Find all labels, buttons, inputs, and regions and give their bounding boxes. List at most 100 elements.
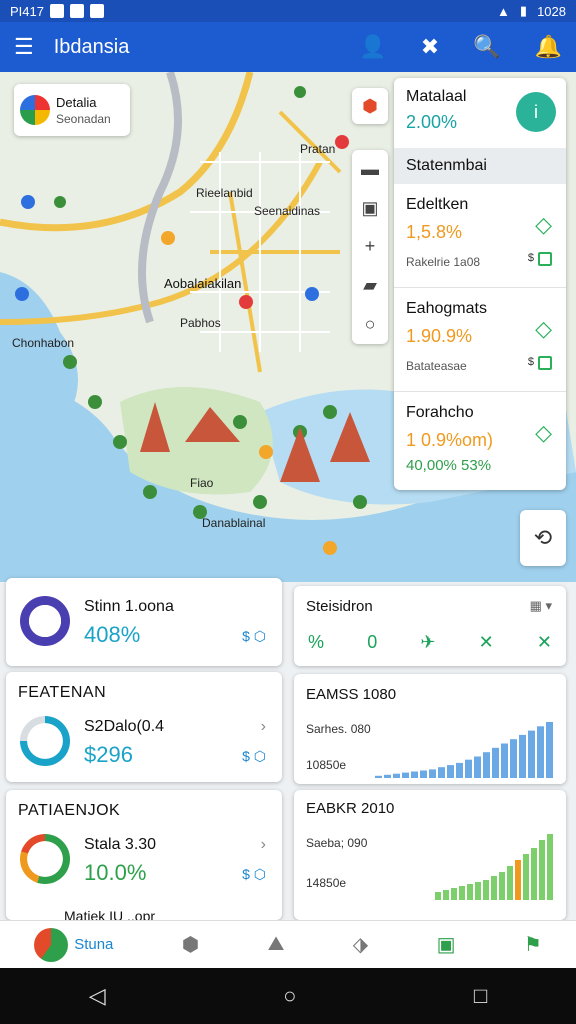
- rotate-map-button[interactable]: ⟲: [520, 510, 566, 566]
- map-toolbar: ▬ ▣ + ▰ ○: [352, 150, 388, 344]
- chart-bar: [475, 882, 481, 900]
- chevron-right-icon[interactable]: ›: [261, 836, 266, 854]
- chart-bar: [384, 774, 391, 778]
- tag-icon[interactable]: $ ⬡: [242, 866, 266, 883]
- flag-nav-icon[interactable]: ⚑: [524, 932, 542, 957]
- map-pin-button[interactable]: ⬢: [352, 88, 388, 124]
- stat-icon[interactable]: ✈: [420, 632, 435, 653]
- kpi-card[interactable]: Stinn 1.oona 408% $ ⬡: [6, 578, 282, 666]
- chart-subtitle: 14850e: [306, 876, 347, 890]
- bar-chart: [435, 834, 553, 900]
- chart-bar: [393, 773, 400, 778]
- system-navigation-bar: ◁ ○ □: [0, 968, 576, 1024]
- kpi-header: FEATENAN: [18, 684, 107, 701]
- chart-bar: [492, 747, 499, 778]
- kpi-card[interactable]: FEATENAN S2Dalo(0.4 $296 › $ ⬡: [6, 672, 282, 782]
- chart-bar: [435, 892, 441, 900]
- status-time: PI417: [10, 3, 44, 19]
- map-nav-icon[interactable]: ⛰: [268, 933, 285, 956]
- bar-chart-card[interactable]: EABKR 2010 Saeba; 090 14850e: [294, 790, 566, 920]
- panel-list-item[interactable]: Forahcho 1 0.9%om) 40,00% 53% ◇: [394, 392, 566, 490]
- chart-bar: [459, 886, 465, 900]
- item-name: Eahogmats: [406, 300, 487, 317]
- place-logo-icon: [20, 95, 50, 125]
- stat-title: Steisidron: [306, 598, 373, 615]
- wifi-icon: ▲: [497, 3, 510, 19]
- stats-side-panel: Matalaal 2.00% i Statenmbai Edeltken 1,5…: [394, 78, 566, 490]
- bar-chart-card[interactable]: EAMSS 1080 Sarhes. 080 10850e: [294, 674, 566, 784]
- check-box-icon: [538, 356, 552, 370]
- dollar-icon: $: [527, 252, 534, 264]
- chart-bar: [451, 888, 457, 900]
- stat-icon[interactable]: %: [308, 632, 324, 653]
- stat-icon[interactable]: ✕: [537, 632, 552, 653]
- chart-bar: [531, 848, 537, 900]
- stat-card[interactable]: Steisidron ▦ ▾ % 0 ✈ ✕ ✕: [294, 586, 566, 666]
- zoom-in-icon[interactable]: +: [365, 236, 376, 257]
- app-bar: ☰ Ibdansia 👤 ✖ 🔍 🔔: [0, 22, 576, 72]
- item-percent: 1 0.9%om): [406, 430, 494, 450]
- tag-icon[interactable]: $ ⬡: [242, 748, 266, 765]
- panel-list-item[interactable]: Edeltken 1,5.8% Rakelrie 1a08 ◇ $: [394, 184, 566, 288]
- shield-icon[interactable]: ⬢: [182, 932, 199, 957]
- map-label: Fiao: [190, 476, 214, 490]
- kpi-logo-icon: [20, 596, 70, 646]
- panel-section-header: Statenmbai: [394, 148, 566, 184]
- search-icon[interactable]: 🔍: [473, 34, 500, 60]
- layers-nav-icon[interactable]: ⬗: [353, 932, 368, 957]
- panel-list-item[interactable]: Eahogmats 1.90.9% Batateasae ◇ $: [394, 288, 566, 392]
- stat-icon[interactable]: ✕: [479, 632, 494, 653]
- chevron-right-icon[interactable]: ›: [261, 718, 266, 736]
- kpi-label: Matiek IU ..opr: [64, 908, 156, 920]
- back-icon[interactable]: ◁: [89, 983, 106, 1009]
- layers-icon[interactable]: ▣: [361, 198, 378, 219]
- chart-bar: [474, 756, 481, 778]
- chart-bar: [483, 880, 489, 900]
- battery-icon: ▮: [519, 3, 528, 18]
- kpi-label: Stinn 1.oona: [84, 598, 174, 615]
- chart-bar: [547, 834, 553, 900]
- map-label: Pabhos: [180, 316, 221, 330]
- tools-icon[interactable]: ✖: [421, 34, 439, 60]
- home-avatar-icon: [34, 927, 69, 962]
- chart-bar: [411, 771, 418, 778]
- item-percent: 1,5.8%: [406, 222, 463, 242]
- filter-dropdown-icon[interactable]: ▦ ▾: [530, 598, 552, 614]
- chart-bar: [429, 769, 436, 778]
- home-icon[interactable]: ○: [283, 983, 296, 1009]
- chart-bar: [465, 759, 472, 778]
- kpi-card[interactable]: PATIAENJOK Stala 3.30 10.0% › $ ⬡ Matiek…: [6, 790, 282, 920]
- ruler-icon[interactable]: ▰: [363, 275, 377, 296]
- chart-bar: [510, 739, 517, 778]
- bar-chart: [375, 722, 553, 778]
- diamond-icon: ◇: [535, 212, 552, 237]
- chart-bar: [519, 734, 526, 778]
- notification-bell-icon[interactable]: 🔔: [535, 34, 562, 60]
- chart-bar: [420, 770, 427, 778]
- tag-icon[interactable]: $ ⬡: [242, 628, 266, 645]
- user-icon[interactable]: 👤: [359, 34, 386, 60]
- map-label: Aobalaiakilan: [164, 276, 242, 291]
- nav-item-home[interactable]: Stuna: [34, 927, 113, 962]
- gift-nav-icon[interactable]: ▣: [437, 932, 456, 957]
- map-label: Seenaidinas: [254, 204, 321, 218]
- diamond-icon: ◇: [535, 316, 552, 341]
- info-icon[interactable]: i: [516, 92, 556, 132]
- recents-icon[interactable]: □: [474, 983, 487, 1009]
- chart-bar: [402, 772, 409, 778]
- item-name: Edeltken: [406, 196, 469, 213]
- kpi-ring-icon: [20, 834, 70, 884]
- item-name: Forahcho: [406, 404, 474, 421]
- menu-icon[interactable]: ☰: [14, 34, 34, 60]
- kpi-label: Stala 3.30: [84, 836, 157, 853]
- place-card[interactable]: Detalia Seonadan: [14, 84, 130, 136]
- chart-bar: [467, 884, 473, 900]
- stat-icon[interactable]: 0: [367, 632, 377, 653]
- chart-subtitle: Sarhes. 080: [306, 722, 371, 736]
- chart-bar: [507, 866, 513, 900]
- place-title: Detalia: [56, 94, 97, 110]
- locate-icon[interactable]: ○: [365, 314, 376, 335]
- minus-icon[interactable]: ▬: [361, 159, 379, 180]
- chart-title: EABKR 2010: [306, 800, 395, 817]
- place-subtitle: Seonadan: [56, 111, 111, 126]
